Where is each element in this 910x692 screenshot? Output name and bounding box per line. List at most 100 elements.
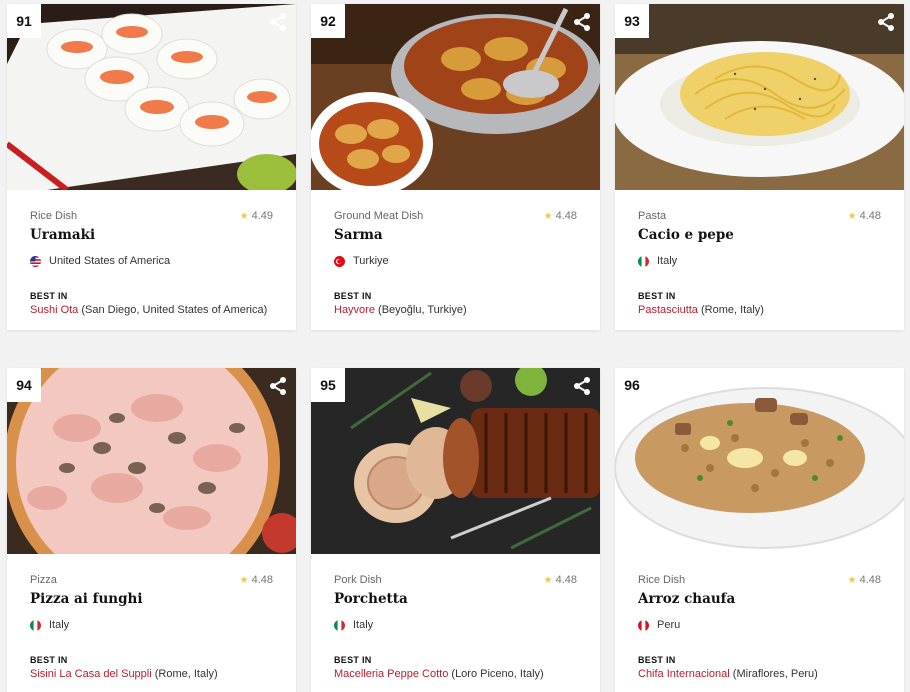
country-name: Peru	[657, 619, 681, 631]
rating-value: 4.48	[251, 574, 273, 586]
dish-photo[interactable]: 95	[311, 368, 600, 554]
rank-badge: 93	[615, 4, 649, 38]
dish-country[interactable]: Italy	[334, 618, 577, 632]
dish-rating: ★ 4.48	[544, 574, 577, 586]
dish-category: Pasta	[638, 210, 667, 222]
peru-flag-icon	[638, 619, 649, 631]
restaurant-link[interactable]: Pastasciutta	[638, 304, 698, 316]
best-in-label: BEST IN	[638, 291, 676, 301]
dish-rating: ★ 4.48	[240, 574, 273, 586]
dish-country[interactable]: Peru	[638, 618, 881, 632]
dish-name[interactable]: Cacio e pepe	[638, 227, 881, 245]
cacio-e-pepe-image	[615, 4, 904, 190]
dish-rating: ★ 4.48	[848, 574, 881, 586]
restaurant-link[interactable]: Sisini La Casa del Suppli	[30, 668, 152, 680]
porchetta-image	[311, 368, 600, 554]
star-icon: ★	[847, 211, 857, 222]
dish-card[interactable]: 95 Pork Dish ★ 4.48 Porchetta Italy BEST …	[311, 368, 600, 692]
best-in-label: BEST IN	[30, 291, 68, 301]
restaurant-location: (Beyoğlu, Turkiye)	[378, 304, 467, 316]
restaurant-location: (Loro Piceno, Italy)	[451, 668, 544, 680]
best-in-line: Chifa Internacional (Miraflores, Peru)	[638, 668, 881, 680]
rating-value: 4.48	[555, 574, 577, 586]
share-icon[interactable]	[268, 376, 288, 396]
dish-country[interactable]: Turkiye	[334, 254, 577, 268]
rating-value: 4.48	[859, 210, 881, 222]
dish-photo[interactable]: 96	[615, 368, 904, 554]
italy-flag-icon	[334, 619, 345, 631]
dish-photo[interactable]: 93	[615, 4, 904, 190]
dish-photo[interactable]: 94	[7, 368, 296, 554]
dish-country[interactable]: Italy	[30, 618, 273, 632]
best-in-label: BEST IN	[334, 291, 372, 301]
restaurant-location: (Miraflores, Peru)	[732, 668, 818, 680]
restaurant-location: (Rome, Italy)	[700, 304, 764, 316]
restaurant-location: (Rome, Italy)	[154, 668, 218, 680]
restaurant-location: (San Diego, United States of America)	[81, 304, 268, 316]
rank-badge: 95	[311, 368, 345, 402]
dish-category: Rice Dish	[30, 210, 78, 222]
rating-value: 4.48	[555, 210, 577, 222]
dish-category: Ground Meat Dish	[334, 210, 424, 222]
rating-value: 4.49	[251, 210, 273, 222]
dish-category: Pork Dish	[334, 574, 382, 586]
dish-rating: ★ 4.48	[848, 210, 881, 222]
rank-badge: 92	[311, 4, 345, 38]
dish-card[interactable]: 93 Pasta ★ 4.48 Cacio e pepe Italy BEST I…	[615, 4, 904, 330]
dish-ranking-grid: 91 Rice Dish ★ 4.49 Uramaki United States…	[0, 0, 910, 692]
country-name: Italy	[49, 619, 70, 631]
star-icon: ★	[543, 211, 553, 222]
best-in-label: BEST IN	[334, 655, 372, 665]
restaurant-link[interactable]: Macelleria Peppe Cotto	[334, 668, 448, 680]
country-name: Turkiye	[353, 255, 389, 267]
best-in-line: Sisini La Casa del Suppli (Rome, Italy)	[30, 668, 273, 680]
dish-card[interactable]: 91 Rice Dish ★ 4.49 Uramaki United States…	[7, 4, 296, 330]
dish-name[interactable]: Uramaki	[30, 227, 273, 245]
best-in-line: Pastasciutta (Rome, Italy)	[638, 304, 881, 316]
us-flag-icon	[30, 255, 41, 267]
best-in-label: BEST IN	[638, 655, 676, 665]
dish-category: Pizza	[30, 574, 57, 586]
restaurant-link[interactable]: Chifa Internacional	[638, 668, 730, 680]
turkiye-flag-icon	[334, 255, 345, 267]
dish-name[interactable]: Sarma	[334, 227, 577, 245]
country-name: United States of America	[49, 255, 171, 267]
dish-name[interactable]: Arroz chaufa	[638, 591, 881, 609]
star-icon: ★	[239, 211, 249, 222]
dish-card[interactable]: 96 Rice Dish ★ 4.48 Arroz chaufa Peru BES…	[615, 368, 904, 692]
dish-country[interactable]: Italy	[638, 254, 881, 268]
dish-card[interactable]: 92 Ground Meat Dish ★ 4.48 Sarma Turkiye …	[311, 4, 600, 330]
rank-badge: 91	[7, 4, 41, 38]
share-icon[interactable]	[572, 12, 592, 32]
dish-name[interactable]: Pizza ai funghi	[30, 591, 273, 609]
arroz-chaufa-image	[615, 368, 904, 554]
uramaki-image	[7, 4, 296, 190]
country-name: Italy	[353, 619, 374, 631]
restaurant-link[interactable]: Sushi Ota	[30, 304, 78, 316]
rank-badge: 94	[7, 368, 41, 402]
best-in-line: Macelleria Peppe Cotto (Loro Piceno, Ita…	[334, 668, 577, 680]
rating-value: 4.48	[859, 574, 881, 586]
restaurant-link[interactable]: Hayvore	[334, 304, 375, 316]
dish-name[interactable]: Porchetta	[334, 591, 577, 609]
dish-photo[interactable]: 91	[7, 4, 296, 190]
pizza-ai-funghi-image	[7, 368, 296, 554]
dish-card[interactable]: 94 Pizza ★ 4.48 Pizza ai funghi Italy BES…	[7, 368, 296, 692]
star-icon: ★	[239, 575, 249, 586]
country-name: Italy	[657, 255, 678, 267]
share-icon[interactable]	[572, 376, 592, 396]
share-icon[interactable]	[876, 12, 896, 32]
dish-rating: ★ 4.49	[240, 210, 273, 222]
dish-country[interactable]: United States of America	[30, 254, 273, 268]
best-in-label: BEST IN	[30, 655, 68, 665]
italy-flag-icon	[638, 255, 649, 267]
rank-badge: 96	[615, 368, 649, 402]
star-icon: ★	[847, 575, 857, 586]
best-in-line: Hayvore (Beyoğlu, Turkiye)	[334, 304, 577, 316]
share-icon[interactable]	[268, 12, 288, 32]
dish-photo[interactable]: 92	[311, 4, 600, 190]
best-in-line: Sushi Ota (San Diego, United States of A…	[30, 304, 273, 316]
star-icon: ★	[543, 575, 553, 586]
dish-rating: ★ 4.48	[544, 210, 577, 222]
sarma-image	[311, 4, 600, 190]
